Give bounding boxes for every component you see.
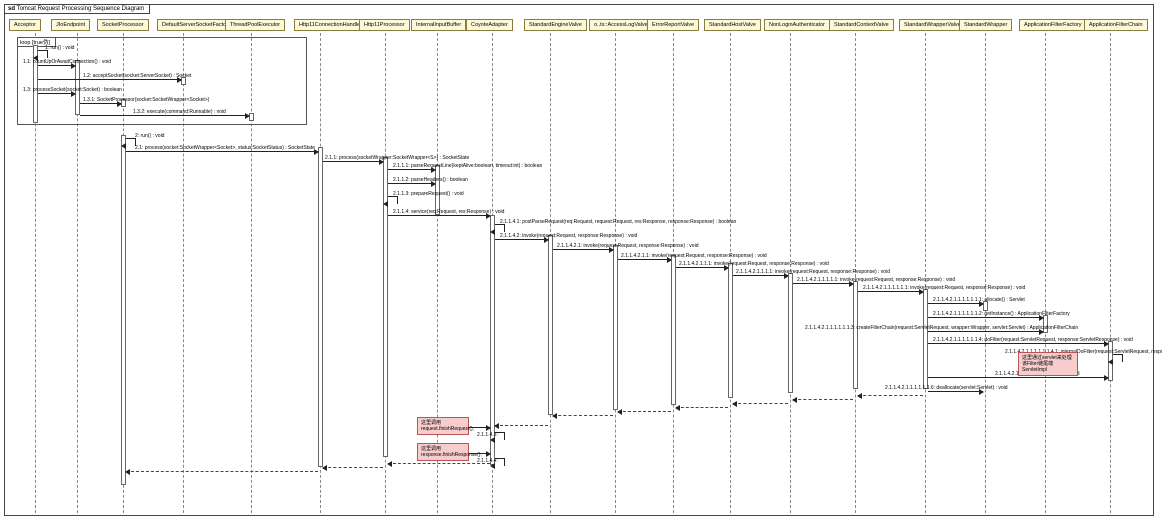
participant-p11: ErrorReportValve bbox=[647, 19, 699, 31]
participant-p13: NonLoginAuthenticator bbox=[764, 19, 830, 31]
participant-p3: DefaultServerSocketFactory bbox=[157, 19, 236, 31]
participants-row: Acceptor JIoEndpoint SocketProcessor Defaul… bbox=[5, 19, 1153, 33]
note: 这里调用response.finishResponse(); bbox=[417, 443, 469, 461]
note: 这里通过servlet来处理该Filter链尾端ServletImpl bbox=[1018, 352, 1078, 376]
note: 这里调用request.finishRequest(); bbox=[417, 417, 469, 435]
participant-p0: Acceptor bbox=[9, 19, 41, 31]
lifeline-p18 bbox=[1110, 33, 1111, 513]
msg: 1: run() : void bbox=[45, 45, 74, 51]
participant-p15: StandardWrapperValve bbox=[899, 19, 966, 31]
participant-p18: ApplicationFilterChain bbox=[1084, 19, 1148, 31]
participant-p1: JIoEndpoint bbox=[51, 19, 90, 31]
participant-p8: CoyoteAdapter bbox=[466, 19, 513, 31]
participant-p10: o..ts::AccessLogValve bbox=[589, 19, 653, 31]
participant-p9: StandardEngineValve bbox=[524, 19, 587, 31]
participant-p12: StandardHostValve bbox=[704, 19, 761, 31]
msg: 2: run() : void bbox=[135, 133, 164, 139]
diagram-title: sd Tomcat Request Processing Sequence Di… bbox=[5, 5, 150, 14]
participant-p4: ThreadPoolExecutor bbox=[225, 19, 285, 31]
participant-p17: ApplicationFilterFactory bbox=[1019, 19, 1086, 31]
lifeline-p17 bbox=[1045, 33, 1046, 513]
participant-p14: StandardContextValve bbox=[829, 19, 894, 31]
participant-p5: Http11ConnectionHandler bbox=[294, 19, 367, 31]
msg: 2.1.1.4.1: postParseRequest(req:Request,… bbox=[500, 219, 736, 225]
participant-p6: Http11Processor bbox=[359, 19, 410, 31]
participant-p2: SocketProcessor bbox=[97, 19, 149, 31]
participant-p7: InternalInputBuffer bbox=[411, 19, 466, 31]
participant-p16: StandardWrapper bbox=[959, 19, 1012, 31]
lifeline-p16 bbox=[985, 33, 986, 513]
lifeline-p15 bbox=[925, 33, 926, 513]
lifeline-p7 bbox=[437, 33, 438, 513]
msg: 2.1.1.3: prepareRequest() : void bbox=[393, 191, 464, 197]
